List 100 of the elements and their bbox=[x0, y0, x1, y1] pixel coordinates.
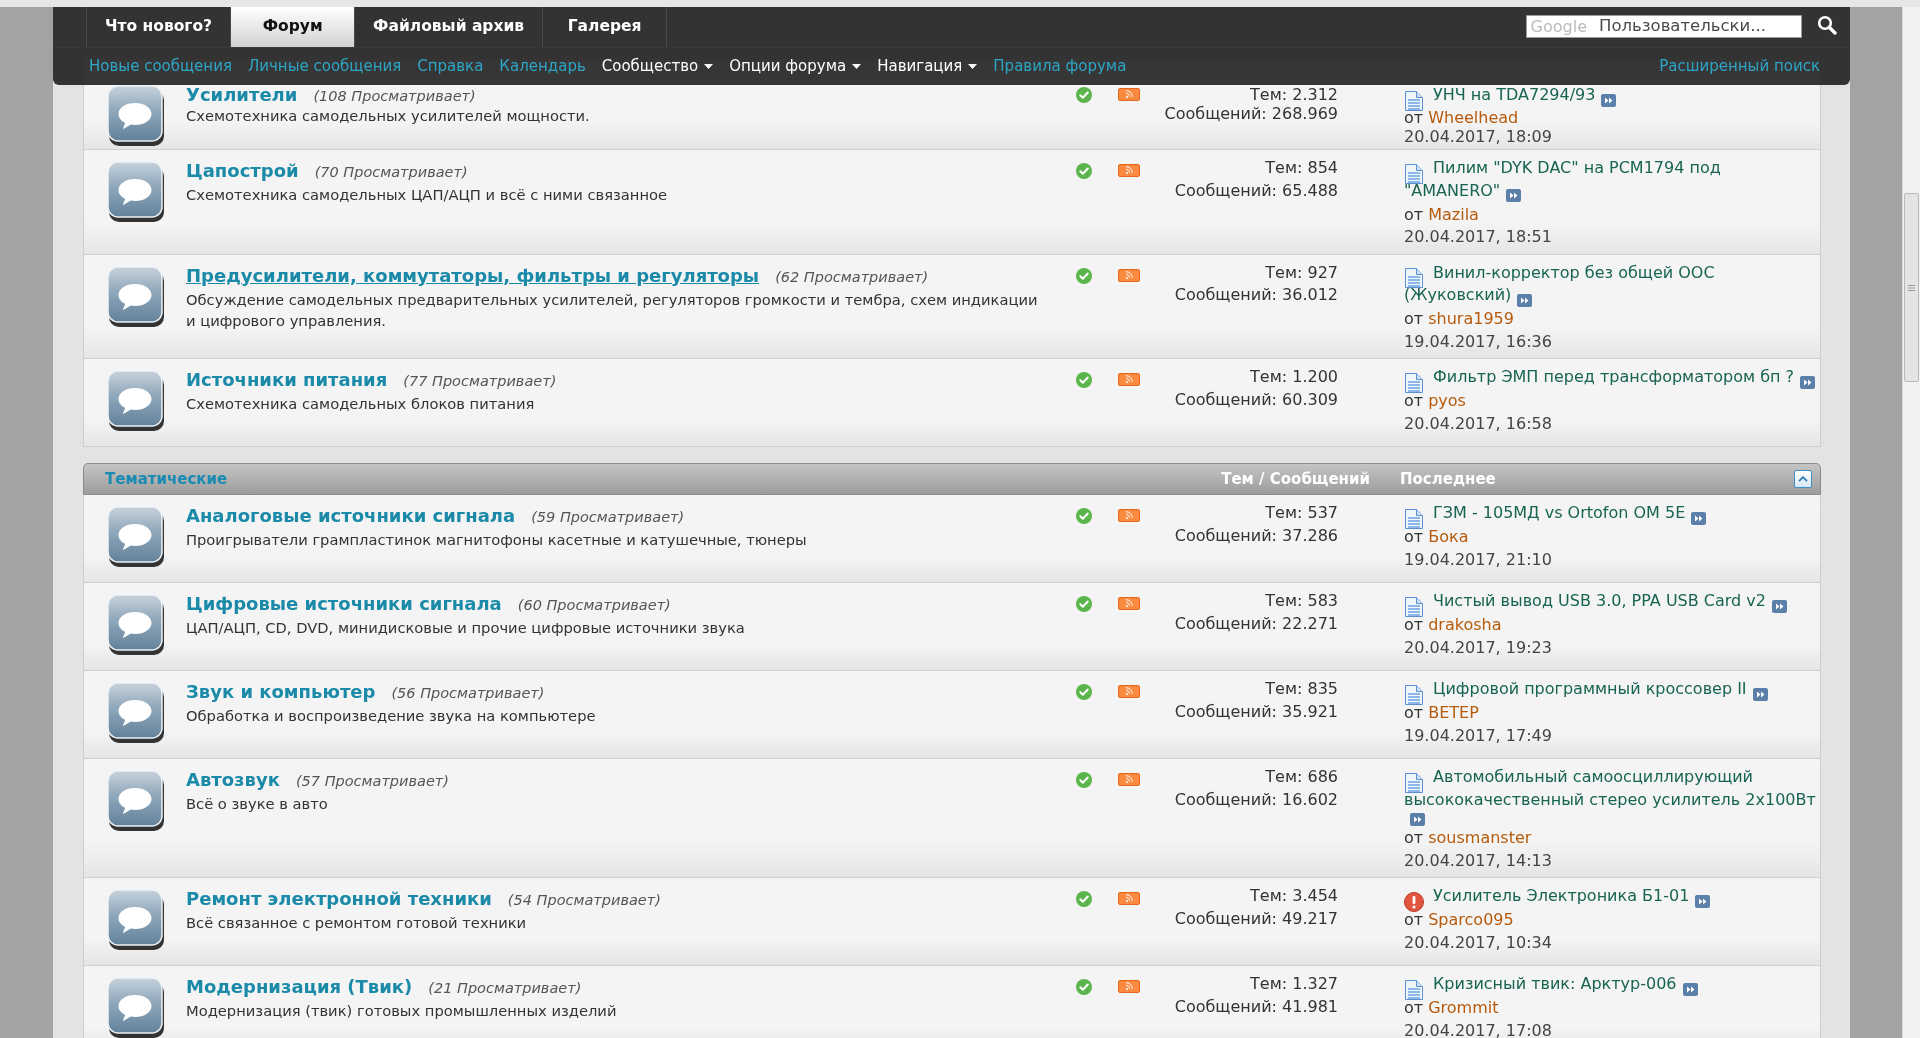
nav-menu[interactable]: Сообщество bbox=[601, 55, 714, 78]
check-icon bbox=[1076, 772, 1092, 788]
forum-title-link[interactable]: Аналоговые источники сигнала bbox=[186, 505, 516, 526]
by-label: от bbox=[1404, 527, 1424, 546]
viewer-count: (70 Просматривает) bbox=[314, 164, 468, 180]
nav-link[interactable]: Календарь bbox=[499, 55, 586, 78]
forum-title-link[interactable]: Усилители bbox=[186, 84, 298, 105]
username-link[interactable]: drakosha bbox=[1428, 615, 1502, 634]
thread-title-link[interactable]: УНЧ на TDA7294/93 bbox=[1404, 85, 1820, 108]
message-count: Сообщений: 36.012 bbox=[1174, 284, 1338, 306]
thread-title-link[interactable]: Пилим "DYK DAC" на PCM1794 под "AMANERO" bbox=[1404, 157, 1820, 204]
viewer-count: (108 Просматривает) bbox=[313, 88, 476, 104]
forum-title-link[interactable]: Цифровые источники сигнала bbox=[186, 593, 502, 614]
thread-title-link[interactable]: Цифровой программный кроссовер II bbox=[1404, 678, 1820, 702]
forum-title-link[interactable]: Цапострой bbox=[186, 160, 299, 181]
nav-link[interactable]: Справка bbox=[417, 55, 484, 78]
rss-icon[interactable] bbox=[1118, 268, 1140, 282]
speech-bubble-icon bbox=[107, 977, 165, 1038]
thread-title-link[interactable]: Винил-корректор без общей ООС (Жуковский) bbox=[1404, 261, 1820, 308]
column-heading: Последнее bbox=[1400, 470, 1496, 488]
forum-description: ЦАП/АЦП, CD, DVD, минидисковые и прочие цифровые источники звука bbox=[186, 618, 746, 638]
forum-description: Обработка и воспроизведение звука на компьютере bbox=[186, 706, 597, 726]
forum-title-link[interactable]: Источники питания bbox=[186, 369, 388, 390]
thread-title-link[interactable]: ГЗМ - 105МД vs Ortofon OM 5E bbox=[1404, 502, 1820, 526]
check-icon bbox=[1076, 163, 1092, 179]
grip-icon bbox=[1908, 284, 1915, 291]
check-icon bbox=[1076, 684, 1092, 700]
username-link[interactable]: Бока bbox=[1428, 527, 1469, 546]
check-icon bbox=[1076, 891, 1092, 907]
username-link[interactable]: sousmanster bbox=[1428, 828, 1532, 847]
forum-title-link[interactable]: Автозвук bbox=[186, 769, 280, 790]
username-link[interactable]: Sparco095 bbox=[1428, 910, 1514, 929]
rss-icon[interactable] bbox=[1118, 509, 1140, 522]
forum-title-link[interactable]: Предусилители, коммутаторы, фильтры и регуляторы bbox=[186, 264, 760, 286]
rss-icon[interactable] bbox=[1118, 597, 1140, 610]
message-count: Сообщений: 37.286 bbox=[1174, 524, 1338, 547]
document-icon bbox=[1404, 507, 1424, 530]
rss-icon[interactable] bbox=[1118, 980, 1140, 993]
by-label: от bbox=[1404, 204, 1424, 224]
thread-title-link[interactable]: Усилитель Электроника Б1-01 bbox=[1404, 885, 1820, 909]
advanced-search-link[interactable]: Расширенный поиск bbox=[1659, 55, 1820, 78]
nav-link[interactable]: Новые сообщения bbox=[89, 55, 232, 78]
forum-title-link[interactable]: Модернизация (Твик) bbox=[186, 976, 413, 997]
forum-title-link[interactable]: Звук и компьютер bbox=[186, 681, 376, 702]
message-count: Сообщений: 41.981 bbox=[1174, 995, 1338, 1018]
viewer-count: (77 Просматривает) bbox=[403, 373, 557, 389]
search-icon[interactable] bbox=[1817, 15, 1837, 35]
scrollbar-thumb[interactable] bbox=[1904, 193, 1919, 382]
check-icon bbox=[1076, 596, 1092, 612]
collapse-button[interactable] bbox=[1794, 470, 1812, 488]
speech-bubble-icon bbox=[107, 889, 165, 951]
rss-icon[interactable] bbox=[1118, 373, 1140, 386]
by-label: от bbox=[1404, 615, 1424, 634]
post-date: 20.04.2017, 10:34 bbox=[1404, 931, 1552, 954]
viewer-count: (56 Просматривает) bbox=[391, 685, 545, 701]
username-link[interactable]: Wheelhead bbox=[1428, 108, 1519, 127]
message-count: Сообщений: 22.271 bbox=[1174, 612, 1338, 635]
thread-title-link[interactable]: Автомобильный самоосциллирующий высококачественный стерео усилитель 2x100Вт bbox=[1404, 766, 1820, 827]
username-link[interactable]: pyos bbox=[1428, 391, 1466, 410]
by-label: от bbox=[1404, 703, 1424, 722]
viewer-count: (21 Просматривает) bbox=[428, 980, 582, 996]
thread-title-link[interactable]: Чистый вывод USB 3.0, PPA USB Card v2 bbox=[1404, 590, 1820, 614]
rss-icon[interactable] bbox=[1118, 773, 1140, 786]
caret-icon bbox=[704, 64, 714, 69]
column-heading: Тем / Сообщений bbox=[1221, 468, 1370, 490]
thread-title-link[interactable]: Фильтр ЭМП перед трансформатором бп ? bbox=[1404, 366, 1820, 390]
rss-icon[interactable] bbox=[1118, 685, 1140, 698]
topic-count: Тем: 686 bbox=[1265, 766, 1338, 788]
nav-link[interactable]: Личные сообщения bbox=[247, 55, 402, 78]
forum-description: Проигрыватели грампластинок магнитофоны касетные и катушечные, тюнеры bbox=[186, 530, 808, 550]
thread-title-link[interactable]: Кризисный твик: Арктур-006 bbox=[1404, 973, 1820, 997]
nav-tab[interactable]: Форум bbox=[231, 7, 356, 47]
speech-bubble-icon bbox=[107, 161, 165, 223]
by-label: от bbox=[1404, 391, 1424, 410]
nav-tab[interactable]: Галерея bbox=[543, 7, 668, 47]
viewer-count: (54 Просматривает) bbox=[507, 892, 661, 908]
chevron-up-icon bbox=[1798, 476, 1808, 482]
message-count: Сообщений: 35.921 bbox=[1174, 700, 1338, 723]
scrollbar-track[interactable] bbox=[1902, 7, 1920, 1038]
rss-icon[interactable] bbox=[1118, 892, 1140, 905]
rss-icon[interactable] bbox=[1118, 164, 1140, 177]
rss-icon[interactable] bbox=[1118, 88, 1140, 101]
nav-tab[interactable]: Файловый архив bbox=[355, 7, 544, 47]
nav-menu[interactable]: Навигация bbox=[877, 55, 978, 78]
speech-bubble-icon bbox=[107, 594, 165, 656]
topic-count: Тем: 835 bbox=[1265, 678, 1338, 700]
username-link[interactable]: Grommit bbox=[1428, 998, 1499, 1017]
topic-count: Тем: 1.327 bbox=[1250, 973, 1338, 995]
document-icon bbox=[1404, 771, 1424, 794]
username-link[interactable]: shura1959 bbox=[1428, 309, 1514, 328]
username-link[interactable]: ВЕТЕР bbox=[1428, 703, 1479, 722]
forum-title-link[interactable]: Ремонт электронной техники bbox=[186, 888, 492, 909]
forum-description: Схемотехника самодельных блоков питания bbox=[186, 394, 536, 414]
check-icon bbox=[1076, 267, 1092, 284]
nav-link[interactable]: Правила форума bbox=[993, 55, 1127, 78]
by-label: от bbox=[1404, 108, 1424, 127]
nav-menu[interactable]: Опции форума bbox=[729, 55, 862, 78]
username-link[interactable]: Mazila bbox=[1428, 204, 1479, 224]
topic-count: Тем: 854 bbox=[1265, 157, 1338, 179]
viewer-count: (60 Просматривает) bbox=[517, 597, 671, 613]
